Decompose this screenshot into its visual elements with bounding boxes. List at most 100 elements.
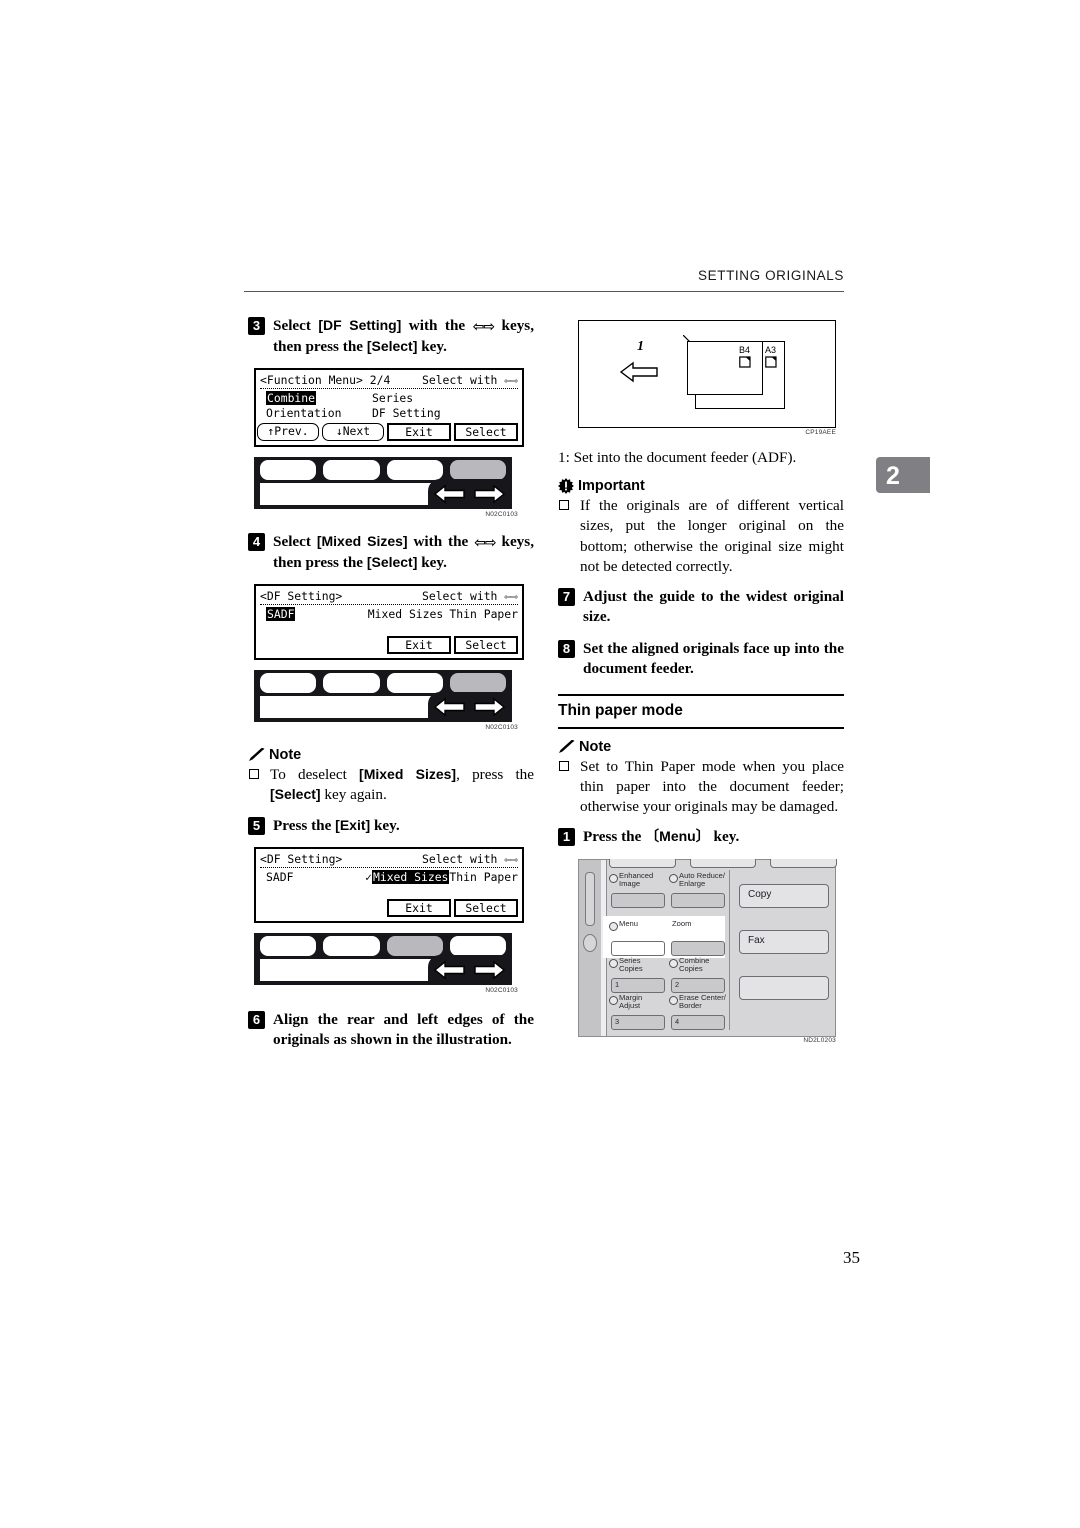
top-key-3[interactable] <box>770 858 838 868</box>
control-panel-top-keys <box>609 858 838 868</box>
step-3-text-d: key. <box>417 337 447 355</box>
panel-3-key-1[interactable] <box>260 936 317 957</box>
step-3-text-a: Select <box>273 317 319 334</box>
led-indicator-icon <box>609 921 618 931</box>
key-erase-center-border-button[interactable]: 4 <box>671 1014 725 1030</box>
lcd1-button-next[interactable]: ↓Next <box>322 423 384 442</box>
top-key-1[interactable] <box>609 858 676 868</box>
lcd2-item-sadf[interactable]: SADF <box>266 607 296 622</box>
panel-1-key-2[interactable] <box>323 460 380 481</box>
key-copy[interactable]: Copy <box>739 883 829 908</box>
key-series-copies-button[interactable]: 1 <box>611 977 665 993</box>
lcd2-button-select[interactable]: Select <box>454 636 518 655</box>
chapter-tab: 2 <box>876 457 930 493</box>
led-indicator-icon <box>669 873 678 883</box>
lcd3-item-sadf[interactable]: SADF <box>260 870 365 885</box>
lcd1-item-series[interactable]: Series <box>372 391 457 406</box>
chapter-tab-number: 2 <box>886 462 900 490</box>
panel-3-key-3-highlighted[interactable] <box>386 936 443 957</box>
panel-1-arrow-bay <box>428 479 512 510</box>
original-placement-figure: 1 B4 A3 <box>578 320 836 428</box>
step-4-text-b: with the <box>407 533 475 551</box>
lcd1-button-prev[interactable]: ↑Prev. <box>257 423 319 442</box>
key-zoom-button[interactable] <box>671 940 725 956</box>
panel-1-soft-keys <box>254 460 512 481</box>
lcd2-item-mixed-sizes[interactable]: Mixed Sizes <box>368 607 450 622</box>
key-series-copies-button-label: 1 <box>615 979 620 989</box>
panel-1-figure-code: N02C0103 <box>485 511 518 519</box>
step-5-number: 5 <box>248 816 265 835</box>
step-8-text: Set the aligned originals face up into t… <box>583 639 844 678</box>
step-6-number: 6 <box>248 1011 265 1030</box>
bullet-square-icon <box>249 769 259 780</box>
panel-3-right-arrow-icon[interactable] <box>472 959 506 981</box>
lcd1-item-df-setting[interactable]: DF Setting <box>372 406 457 421</box>
step-7: 7 Adjust the guide to the widest original… <box>558 587 844 628</box>
lcd1-item-combine[interactable]: Combine <box>266 391 317 406</box>
step-5-key-exit: [Exit] <box>335 816 371 833</box>
panel-3-figure-code: N02C0103 <box>485 987 518 995</box>
panel-2-left-arrow-icon[interactable] <box>433 696 467 718</box>
bullet-square-icon <box>559 760 569 771</box>
panel-slot-icon <box>585 871 595 926</box>
lcd1-button-exit[interactable]: Exit <box>387 423 451 442</box>
key-erase-center-border-button-label: 4 <box>675 1016 680 1026</box>
panel-2-key-3[interactable] <box>386 673 443 694</box>
panel-3-left-arrow-icon[interactable] <box>433 959 467 981</box>
step-4-key-select: [Select] <box>366 553 418 570</box>
panel-2-key-2[interactable] <box>323 673 380 694</box>
control-panel-figure-code: ND2L0203 <box>803 1036 836 1044</box>
top-key-2[interactable] <box>689 858 757 868</box>
header-rule <box>244 291 844 292</box>
key-copy-label: Copy <box>748 888 772 900</box>
step-4-key-mixed-sizes: [Mixed Sizes] <box>316 533 408 550</box>
panel-1-left-arrow-icon[interactable] <box>433 483 467 505</box>
panel-2-right-arrow-icon[interactable] <box>472 696 506 718</box>
lcd1-item-orientation[interactable]: Orientation <box>260 406 372 421</box>
panel-2-key-1[interactable] <box>260 673 317 694</box>
step-4-number: 4 <box>248 533 265 552</box>
panel-1-key-1[interactable] <box>260 460 317 481</box>
lcd2-button-exit[interactable]: Exit <box>387 636 451 655</box>
lcd3-button-select[interactable]: Select <box>454 899 518 918</box>
note1-text-c: key again. <box>320 786 387 804</box>
key-margin-adjust-button[interactable]: 3 <box>611 1014 665 1030</box>
note-block-1: Note To deselect [Mixed Sizes], press th… <box>248 747 534 805</box>
size-label-b4: B4 <box>739 345 751 355</box>
step-5-text-b: key. <box>370 816 400 834</box>
lcd3-item-mixed-sizes[interactable]: Mixed Sizes <box>371 870 450 885</box>
panel-3-key-2[interactable] <box>323 936 380 957</box>
lcd1-button-select[interactable]: Select <box>454 423 518 442</box>
lcd2-item-thin-paper[interactable]: Thin Paper <box>449 607 518 622</box>
key-margin-adjust-label: Margin Adjust <box>619 992 643 1011</box>
panel-3-key-4[interactable] <box>449 936 506 957</box>
panel-2-figure-code: N02C0103 <box>485 724 518 732</box>
panel-2-key-4-highlighted[interactable] <box>449 673 506 694</box>
key-fax[interactable]: Fax <box>739 929 829 954</box>
panel-3-arrow-bay <box>428 955 512 986</box>
lcd3-title: <DF Setting> <box>260 852 343 867</box>
note1-key-select: [Select] <box>270 786 321 803</box>
key-enhanced-image-button[interactable] <box>611 892 665 908</box>
lcd3-item-thin-paper[interactable]: Thin Paper <box>449 870 518 885</box>
sheet-orientation-icon-b4 <box>739 356 751 368</box>
panel-1-right-arrow-icon[interactable] <box>472 483 506 505</box>
note-heading-1: Note <box>248 747 534 763</box>
key-blank[interactable] <box>739 975 829 1000</box>
note-body-1: To deselect [Mixed Sizes], press the [Se… <box>248 765 534 805</box>
key-menu-button[interactable] <box>611 940 665 956</box>
lcd3-hint: Select with ⇦⇨ <box>421 852 518 867</box>
step-3-key-select: [Select] <box>366 337 418 354</box>
step-4: 4 Select [Mixed Sizes] with the ⇦⇨ keys, … <box>248 532 534 573</box>
key-auto-reduce-enlarge-button[interactable] <box>671 892 725 908</box>
step-3-key-df-setting: [DF Setting] <box>318 317 402 333</box>
panel-1-key-4-highlighted[interactable] <box>449 460 506 481</box>
panel-1-key-3[interactable] <box>386 460 443 481</box>
key-menu-label: Menu <box>619 918 638 928</box>
control-panel-left-rail <box>579 859 602 1036</box>
step-3: 3 Select [DF Setting] with the ⇦⇨ keys, t… <box>248 316 534 357</box>
figure-caption: 1: Set into the document feeder (ADF). <box>558 449 797 466</box>
step-7-number: 7 <box>558 588 575 607</box>
key-combine-copies-button[interactable]: 2 <box>671 977 725 993</box>
lcd3-button-exit[interactable]: Exit <box>387 899 451 918</box>
